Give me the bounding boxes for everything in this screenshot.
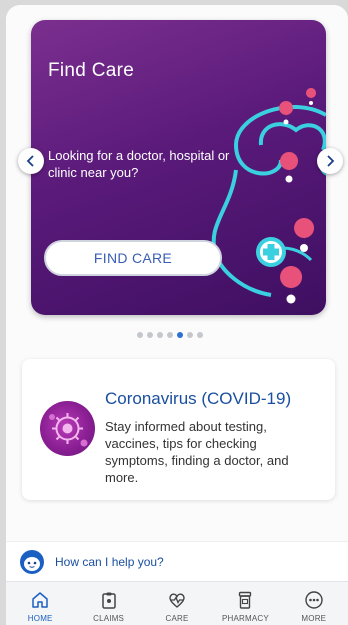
tab-label: HOME — [27, 614, 53, 623]
pagination-dot-active[interactable] — [177, 332, 183, 338]
more-icon — [305, 591, 323, 609]
covid-title[interactable]: Coronavirus (COVID-19) — [105, 389, 291, 409]
pill-bottle-icon — [239, 591, 252, 609]
find-care-card: Find Care Looking for a doctor, hospital… — [31, 20, 326, 315]
assistant-prompt[interactable]: How can I help you? — [55, 555, 164, 569]
app-screen: Find Care Looking for a doctor, hospital… — [6, 5, 348, 625]
tab-label: PHARMACY — [221, 614, 269, 623]
clipboard-icon — [101, 592, 116, 609]
assistant-avatar-icon — [20, 549, 44, 574]
pagination-dot[interactable] — [147, 332, 153, 338]
carousel-pagination — [137, 332, 203, 338]
pagination-dot[interactable] — [167, 332, 173, 338]
pagination-dot[interactable] — [137, 332, 143, 338]
carousel-next-button[interactable] — [317, 148, 343, 174]
pagination-dot[interactable] — [157, 332, 163, 338]
chevron-left-icon — [26, 155, 34, 167]
tab-label: CLAIMS — [93, 614, 125, 623]
chevron-right-icon — [327, 155, 335, 167]
pagination-dot[interactable] — [187, 332, 193, 338]
tab-label: CARE — [165, 614, 189, 623]
carousel-prev-button[interactable] — [18, 148, 44, 174]
virus-icon — [40, 401, 95, 456]
card-description: Looking for a doctor, hospital or clinic… — [48, 148, 230, 180]
card-title: Find Care — [48, 60, 135, 81]
tab-label: MORE — [301, 614, 327, 623]
tab-more[interactable]: MORE — [280, 582, 348, 625]
bottom-tab-bar: HOME CLAIMS CARE PHARMACY MORE — [6, 581, 348, 625]
tab-care[interactable]: CARE — [143, 582, 211, 625]
pagination-dot[interactable] — [197, 332, 203, 338]
tab-home[interactable]: HOME — [6, 582, 74, 625]
assistant-bar[interactable]: How can I help you? — [6, 541, 348, 581]
find-care-button[interactable]: FIND CARE — [44, 240, 222, 276]
covid-description: Stay informed about testing, vaccines, t… — [105, 419, 289, 485]
tab-claims[interactable]: CLAIMS — [74, 582, 142, 625]
covid-info-card[interactable]: Coronavirus (COVID-19) Stay informed abo… — [22, 359, 335, 500]
heart-pulse-icon — [169, 593, 185, 608]
home-icon — [32, 592, 48, 608]
tab-pharmacy[interactable]: PHARMACY — [211, 582, 279, 625]
